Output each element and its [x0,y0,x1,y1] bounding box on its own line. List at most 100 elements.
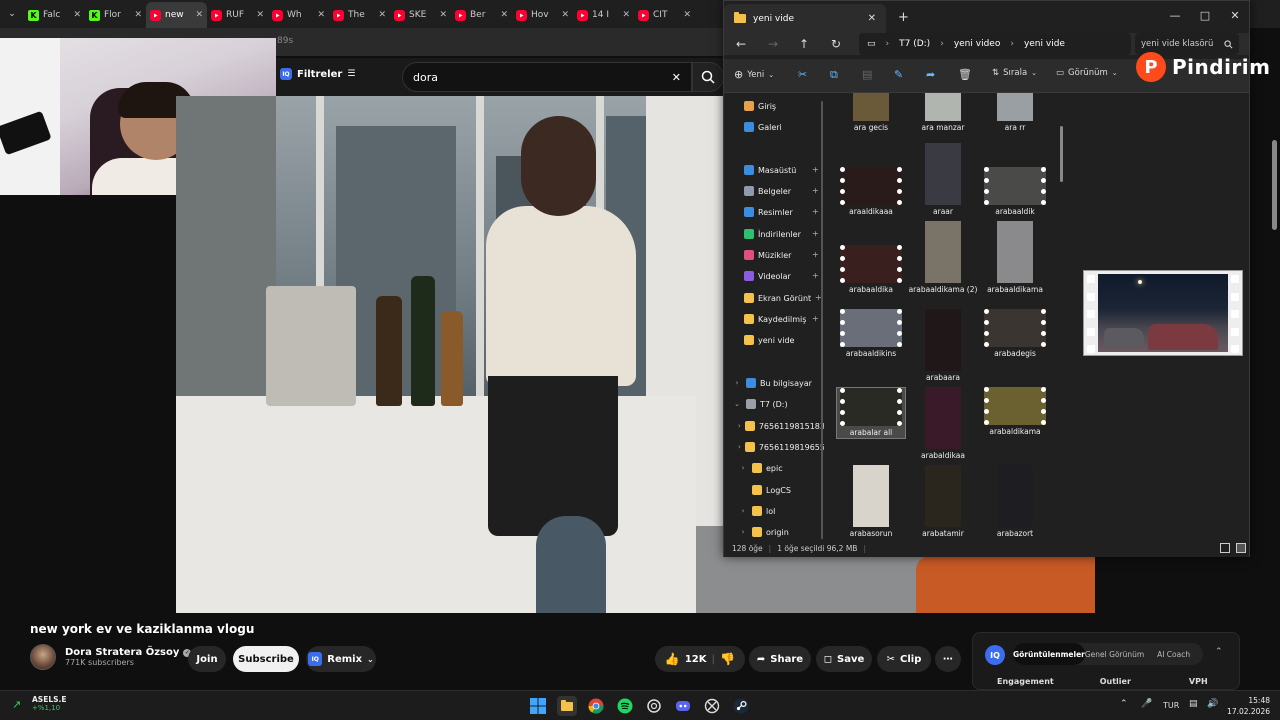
chevron-right-icon[interactable]: › [738,528,748,536]
tab-list-chevron-icon[interactable]: ⌄ [0,0,24,28]
close-tab-icon[interactable]: ✕ [134,10,142,20]
breadcrumb-item[interactable]: yeni vide [1024,39,1065,49]
close-tab-icon[interactable]: ✕ [561,10,569,20]
close-tab-icon[interactable]: ✕ [622,10,630,20]
start-button[interactable] [528,696,548,716]
close-tab-icon[interactable]: ✕ [683,10,691,20]
file-item[interactable]: arabazort [980,465,1050,539]
sidebar-item[interactable]: Ekran Görünt ✕ [724,289,824,307]
back-arrow-icon[interactable]: ← [732,35,750,53]
chevron-right-icon[interactable]: › [738,507,748,515]
browser-tab[interactable]: K Flor ✕ [85,2,146,28]
browser-tab[interactable]: Wh ✕ [268,2,329,28]
minimize-icon[interactable]: — [1160,5,1190,25]
page-scrollbar[interactable] [1270,30,1278,690]
sidebar-item[interactable]: Kaydedilmiş ✕ [724,310,824,328]
sidebar-item[interactable]: Galeri [724,118,824,136]
file-item[interactable]: arabaldikama [980,387,1050,437]
delete-button[interactable]: 🗑 [958,68,972,81]
sidebar-item[interactable]: › 76561198196553 [724,438,824,456]
subscribe-button[interactable]: Subscribe [233,646,299,672]
search-input[interactable]: dora ✕ [402,62,692,92]
close-tab-icon[interactable]: ✕ [378,10,386,20]
file-item[interactable]: arabasorun [836,465,906,539]
like-button[interactable]: 👍 12K [665,652,707,666]
file-item[interactable]: arabaaldikama [980,221,1050,295]
view-button[interactable]: ▭ Görünüm ⌄ [1056,68,1118,78]
channel-name[interactable]: Dora Stratera Özsoy [65,647,179,658]
browser-tab[interactable]: SKE ✕ [390,2,451,28]
refresh-icon[interactable]: ↻ [827,35,845,53]
browser-tab[interactable]: RÜF ✕ [207,2,268,28]
file-item[interactable]: arabaara [908,309,978,383]
explorer-tab[interactable]: yeni vide ✕ [724,4,886,33]
xbox-taskbar-icon[interactable] [702,696,722,716]
close-window-icon[interactable]: ✕ [1220,5,1250,25]
breadcrumb[interactable]: ▭ › T7 (D:) › yeni video › yeni vide [859,33,1131,55]
file-item[interactable]: arabaaldik [980,143,1050,217]
sidebar-scrollbar[interactable] [821,101,823,541]
file-item[interactable]: arabaaldika [836,221,906,295]
share-button[interactable]: ➦ [926,68,935,81]
system-clock[interactable]: 15:48 17.02.2026 [1226,695,1270,717]
chevron-right-icon[interactable]: › [738,422,741,430]
file-item[interactable]: ara manzar [908,93,978,133]
search-button[interactable] [692,62,724,92]
chrome-taskbar-icon[interactable] [586,696,606,716]
details-view-icon[interactable] [1220,543,1230,553]
network-icon[interactable]: ▤ [1189,699,1198,709]
keyboard-language[interactable]: TUR [1163,701,1179,710]
sort-button[interactable]: ⇅ Sırala ⌄ [992,68,1037,78]
steam-taskbar-icon[interactable] [731,696,751,716]
sidebar-item[interactable]: yeni vide [724,331,824,349]
tab-ai-coach[interactable]: AI Coach [1144,643,1203,665]
file-item[interactable]: arabadegis [980,309,1050,359]
browser-tab[interactable]: The ✕ [329,2,390,28]
browser-tab[interactable]: CIT ✕ [634,2,695,28]
close-tab-icon[interactable]: ✕ [256,10,264,20]
tab-overview[interactable]: Genel Görünüm [1085,643,1144,665]
tab-views[interactable]: Görüntülenmeler [1013,643,1085,665]
tray-overflow-chevron-icon[interactable]: ⌃ [1120,699,1128,709]
share-button[interactable]: ➦ Share [749,646,811,672]
sidebar-item[interactable]: › lol [724,502,824,520]
sidebar-item[interactable]: İndirilenler ✕ [724,225,824,243]
thumbnail-view-icon[interactable] [1236,543,1246,553]
chatgpt-taskbar-icon[interactable] [644,696,664,716]
sidebar-item[interactable]: LogCS [724,481,824,499]
chevron-down-icon[interactable]: ⌄ [732,400,742,408]
page-scrollbar-thumb[interactable] [1272,140,1277,230]
file-item[interactable]: arabaaldikins [836,309,906,359]
copy-button[interactable]: ⧉ [830,68,838,82]
sidebar-item[interactable]: Videolar ✕ [724,267,824,285]
file-explorer-taskbar-icon[interactable] [557,696,577,716]
file-item[interactable]: ara gecis [836,93,906,133]
volume-icon[interactable]: 🔊 [1207,699,1218,709]
browser-tab[interactable]: Ber ✕ [451,2,512,28]
chevron-right-icon[interactable]: › [738,443,741,451]
rename-button[interactable]: ✎ [894,68,903,81]
save-button[interactable]: ◻ Save [816,646,872,672]
file-item[interactable]: arabaldikaa [908,387,978,461]
paste-button[interactable]: ▤ [862,68,872,81]
browser-tab[interactable]: Hov ✕ [512,2,573,28]
sidebar-item[interactable]: Müzikler ✕ [724,246,824,264]
sidebar-item[interactable]: › Bu bilgisayar [724,374,824,392]
sidebar-item[interactable]: › 76561198151836694 [724,417,824,435]
close-tab-icon[interactable]: ✕ [317,10,325,20]
join-button[interactable]: Join [188,646,226,672]
browser-tab[interactable]: 14 I ✕ [573,2,634,28]
close-tab-icon[interactable]: ✕ [500,10,508,20]
file-item[interactable]: ara rr [980,93,1050,133]
microphone-icon[interactable]: 🎤 [1141,699,1152,709]
channel-name-row[interactable]: Dora Stratera Özsoy ✓ [65,647,192,658]
close-tab-icon[interactable]: ✕ [73,10,81,20]
stock-widget[interactable]: ↗ ASELS.E +%1,10 [12,695,66,712]
chevron-right-icon[interactable]: › [732,379,742,387]
maximize-icon[interactable]: □ [1190,5,1220,25]
content-scrollbar[interactable] [1060,126,1063,182]
sidebar-item[interactable]: › epic [724,459,824,477]
chevron-up-icon[interactable]: ⌃ [1215,647,1223,657]
dislike-button[interactable]: 👎 [720,652,735,666]
file-item[interactable]: arabatamir [908,465,978,539]
